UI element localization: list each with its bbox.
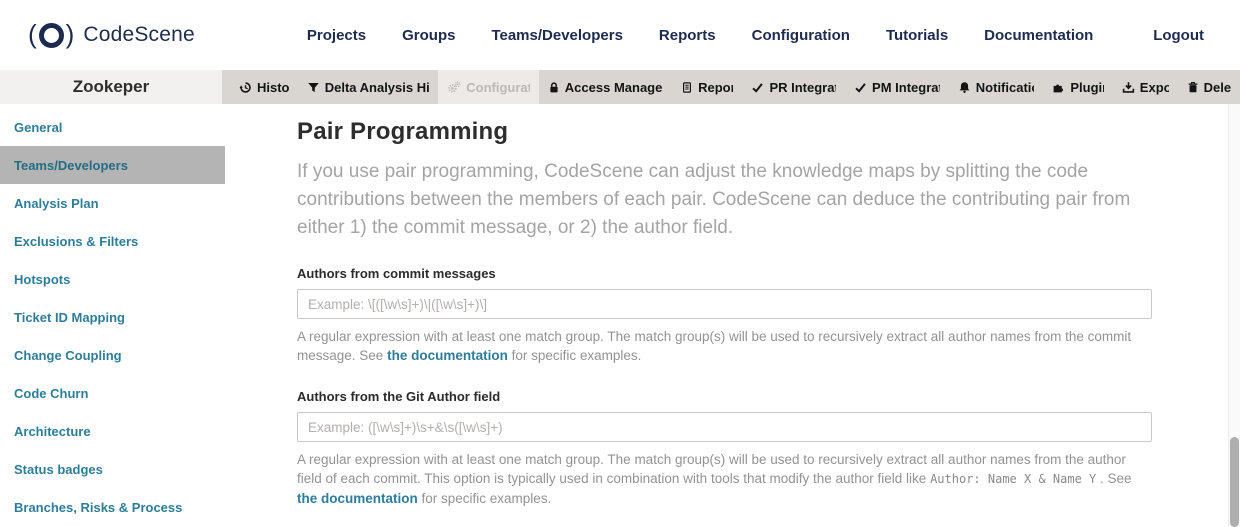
tab-pm-integration[interactable]: PM Integration	[845, 70, 949, 104]
git-author-field-help: A regular expression with at least one m…	[297, 450, 1152, 508]
brand-name: CodeScene	[83, 23, 195, 47]
project-tabs: History Delta Analysis History Configura…	[222, 70, 1240, 104]
sidebar-item-hotspots[interactable]: Hotspots	[0, 260, 225, 298]
check-icon	[751, 81, 764, 94]
tab-label: PR Integration	[769, 80, 836, 95]
help-text-part: for specific examples.	[422, 491, 552, 506]
filter-icon	[307, 81, 320, 94]
authors-from-commit-messages-input[interactable]	[297, 289, 1152, 319]
download-icon	[1122, 81, 1135, 94]
help-text-part: . See	[1100, 471, 1132, 486]
sidebar-item-code-churn[interactable]: Code Churn	[0, 374, 225, 412]
documentation-link[interactable]: the documentation	[387, 348, 508, 363]
sidebar-item-analysis-plan[interactable]: Analysis Plan	[0, 184, 225, 222]
history-icon	[239, 81, 252, 94]
author-field-code-example: Author: Name X & Name Y	[930, 472, 1096, 486]
tab-label: History	[257, 80, 289, 95]
sidebar-item-status-badges[interactable]: Status badges	[0, 450, 225, 488]
vertical-scrollbar-track[interactable]	[1228, 104, 1240, 527]
tab-label: Delta Analysis History	[325, 80, 430, 95]
commit-messages-help: A regular expression with at least one m…	[297, 327, 1152, 365]
git-author-field-group: Authors from the Git Author field A regu…	[297, 389, 1152, 508]
gears-icon	[447, 81, 461, 94]
page-title: Pair Programming	[297, 118, 1152, 146]
project-title: Zookeper	[73, 77, 150, 97]
tab-delete[interactable]: Delete	[1178, 70, 1240, 104]
nav-item-tutorials[interactable]: Tutorials	[886, 27, 948, 44]
main-panel: Pair Programming If you use pair program…	[225, 104, 1240, 527]
check-icon	[854, 81, 867, 94]
app-root: ( ) CodeScene Projects Groups Teams/Deve…	[0, 0, 1240, 527]
nav-item-teams-developers[interactable]: Teams/Developers	[491, 27, 622, 44]
project-title-cell: Zookeper	[0, 70, 222, 104]
tab-history[interactable]: History	[230, 70, 298, 104]
project-tab-bar: Zookeper History Delta Analysis History …	[0, 70, 1240, 104]
tab-delta-analysis-history[interactable]: Delta Analysis History	[298, 70, 439, 104]
commit-messages-field-group: Authors from commit messages A regular e…	[297, 266, 1152, 365]
sidebar-item-ticket-id-mapping[interactable]: Ticket ID Mapping	[0, 298, 225, 336]
sidebar-item-exclusions-filters[interactable]: Exclusions & Filters	[0, 222, 225, 260]
top-nav-items: Projects Groups Teams/Developers Reports…	[307, 27, 1240, 44]
vertical-scrollbar-thumb[interactable]	[1230, 437, 1239, 527]
tab-label: PM Integration	[872, 80, 940, 95]
logo-right-arc-icon: )	[66, 21, 75, 47]
bell-icon	[958, 81, 971, 94]
tab-label: Delete	[1204, 80, 1231, 95]
nav-item-documentation[interactable]: Documentation	[984, 27, 1093, 44]
tab-label: Notifications	[976, 80, 1035, 95]
nav-item-reports[interactable]: Reports	[659, 27, 716, 44]
sidebar-item-architecture[interactable]: Architecture	[0, 412, 225, 450]
sidebar-item-general[interactable]: General	[0, 108, 225, 146]
sidebar-item-teams-developers[interactable]: Teams/Developers	[0, 146, 225, 184]
page-description: If you use pair programming, CodeScene c…	[297, 158, 1152, 242]
settings-sidebar: General Teams/Developers Analysis Plan E…	[0, 104, 225, 527]
tab-label: Access Management	[565, 80, 663, 95]
tab-label: Reports	[698, 80, 733, 95]
trash-icon	[1187, 81, 1199, 94]
tab-export[interactable]: Export	[1113, 70, 1178, 104]
tab-access-management[interactable]: Access Management	[539, 70, 672, 104]
tab-label: Configuration	[466, 80, 530, 95]
documentation-link[interactable]: the documentation	[297, 491, 418, 506]
tab-notifications[interactable]: Notifications	[949, 70, 1044, 104]
authors-from-git-author-field-input[interactable]	[297, 412, 1152, 442]
content-area: General Teams/Developers Analysis Plan E…	[0, 104, 1240, 527]
help-text-part: for specific examples.	[512, 348, 642, 363]
nav-item-logout[interactable]: Logout	[1153, 27, 1204, 44]
sidebar-item-change-coupling[interactable]: Change Coupling	[0, 336, 225, 374]
sidebar-item-branches-risks-process[interactable]: Branches, Risks & Process	[0, 488, 225, 526]
git-author-field-label: Authors from the Git Author field	[297, 389, 1152, 404]
nav-item-configuration[interactable]: Configuration	[752, 27, 850, 44]
document-icon	[681, 81, 693, 94]
nav-item-groups[interactable]: Groups	[402, 27, 455, 44]
tab-label: Export	[1140, 80, 1169, 95]
tab-pr-integration[interactable]: PR Integration	[742, 70, 845, 104]
commit-messages-label: Authors from commit messages	[297, 266, 1152, 281]
codescene-logo[interactable]: ( ) CodeScene	[28, 22, 195, 48]
logo-left-arc-icon: (	[28, 21, 37, 47]
logo-ring-icon	[39, 23, 64, 48]
tab-configuration[interactable]: Configuration	[438, 70, 539, 104]
puzzle-icon	[1052, 81, 1065, 94]
tab-plugins[interactable]: Plugins	[1043, 70, 1112, 104]
tab-label: Plugins	[1070, 80, 1103, 95]
nav-item-projects[interactable]: Projects	[307, 27, 366, 44]
lock-icon	[548, 81, 560, 94]
top-navigation: ( ) CodeScene Projects Groups Teams/Deve…	[0, 0, 1240, 70]
tab-reports[interactable]: Reports	[672, 70, 742, 104]
